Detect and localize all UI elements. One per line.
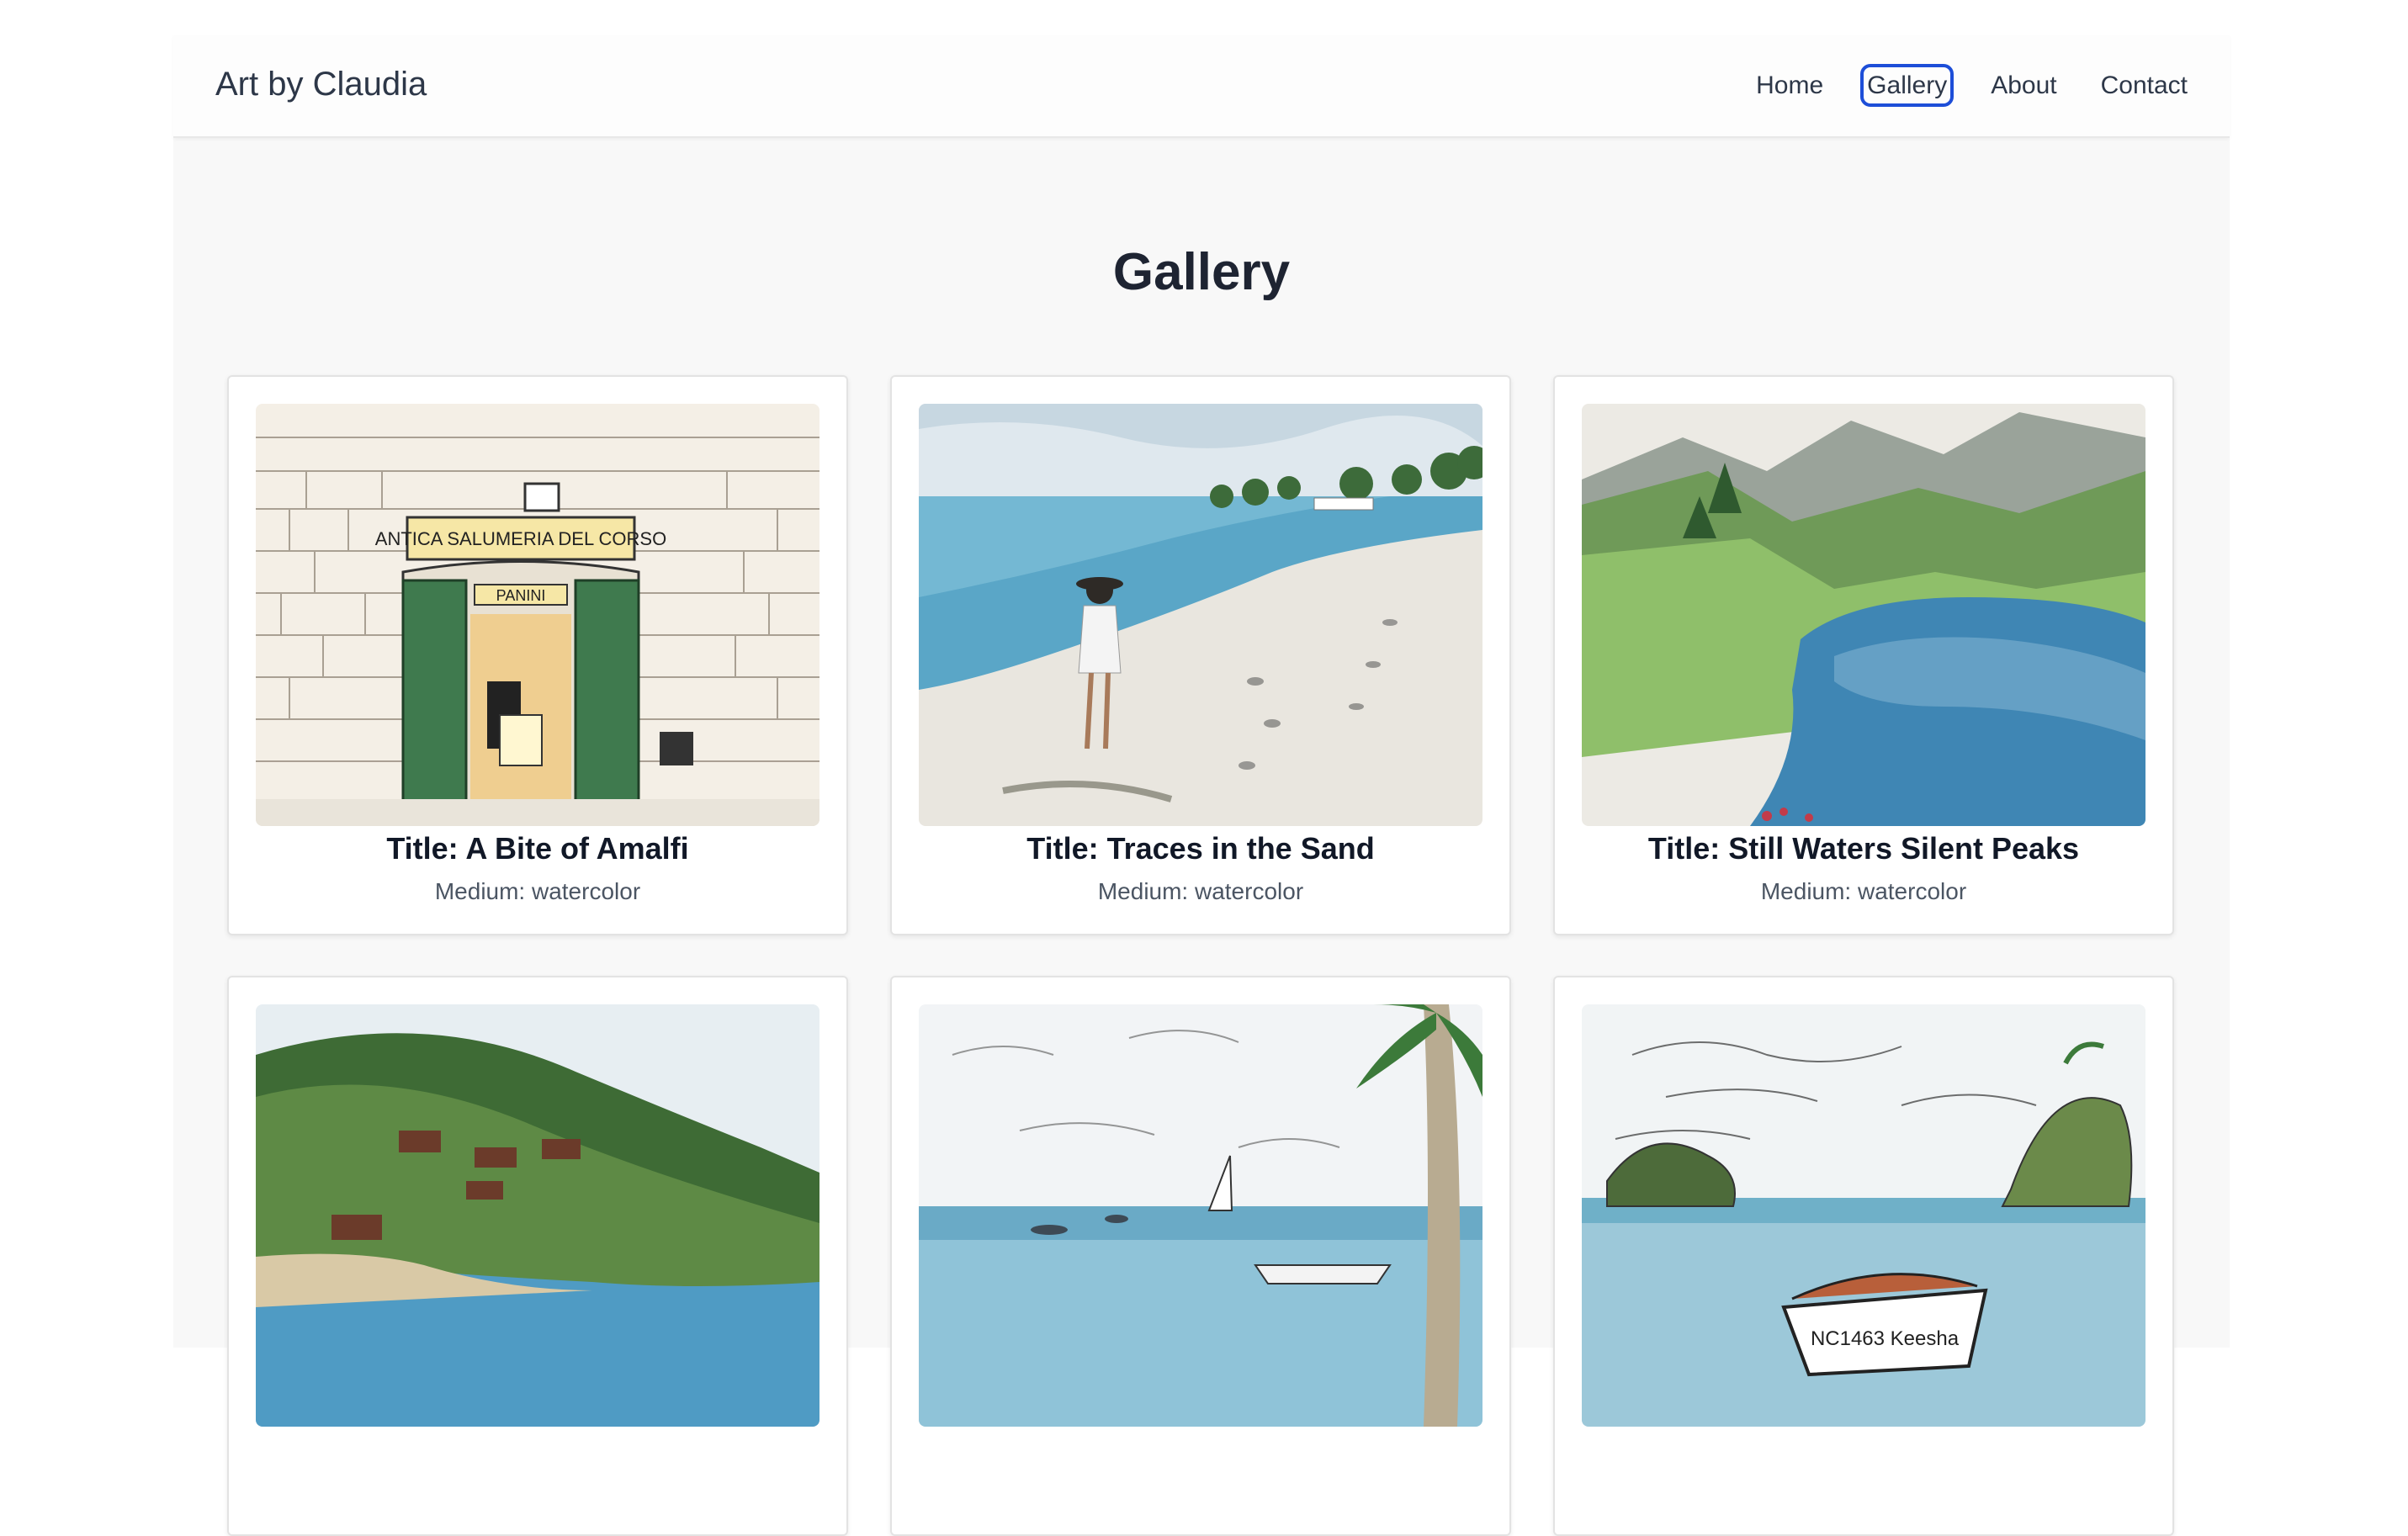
- artwork-medium: Medium: watercolor: [434, 878, 641, 904]
- brand-logo-text[interactable]: Art by Claudia: [215, 64, 427, 104]
- boat-text: NC1463 Keesha: [1811, 1327, 1960, 1350]
- nav-link-home[interactable]: Home: [1754, 69, 1825, 102]
- gallery-card[interactable]: ANTICA SALUMERIA DEL CORSO PANINI Title:…: [227, 375, 848, 935]
- page: Art by Claudia Home Gallery About Contac…: [173, 35, 2230, 1536]
- artwork-image[interactable]: [1582, 404, 2145, 826]
- artwork-title: Title: Still Waters Silent Peaks: [1647, 831, 2080, 866]
- gallery-card[interactable]: NC1463 Keesha: [1553, 976, 2174, 1536]
- nav-links: Home Gallery About Contact: [1714, 64, 2189, 107]
- artwork-image[interactable]: ANTICA SALUMERIA DEL CORSO PANINI: [256, 404, 819, 826]
- artwork-title: Title: Traces in the Sand: [1026, 831, 1375, 866]
- artwork-image[interactable]: [919, 1004, 1482, 1427]
- gallery-card[interactable]: [890, 976, 1511, 1536]
- gallery-card[interactable]: Title: Traces in the Sand Medium: waterc…: [890, 375, 1511, 935]
- artwork-medium: Medium: watercolor: [1760, 878, 1967, 904]
- door-sign-text: PANINI: [496, 587, 546, 604]
- page-title: Gallery: [1112, 243, 1291, 301]
- shop-sign-text: ANTICA SALUMERIA DEL CORSO: [375, 528, 666, 549]
- artwork-medium: Medium: watercolor: [1097, 878, 1304, 904]
- gallery-card[interactable]: [227, 976, 848, 1536]
- navbar: Art by Claudia Home Gallery About Contac…: [173, 35, 2230, 138]
- artwork-image[interactable]: [256, 1004, 819, 1427]
- gallery-card[interactable]: Title: Still Waters Silent Peaks Medium:…: [1553, 375, 2174, 935]
- nav-link-gallery[interactable]: Gallery: [1860, 64, 1955, 107]
- artwork-title: Title: A Bite of Amalfi: [386, 831, 689, 866]
- nav-link-contact[interactable]: Contact: [2099, 69, 2189, 102]
- artwork-image[interactable]: [919, 404, 1482, 826]
- nav-link-about[interactable]: About: [1989, 69, 2058, 102]
- artwork-image[interactable]: NC1463 Keesha: [1582, 1004, 2145, 1427]
